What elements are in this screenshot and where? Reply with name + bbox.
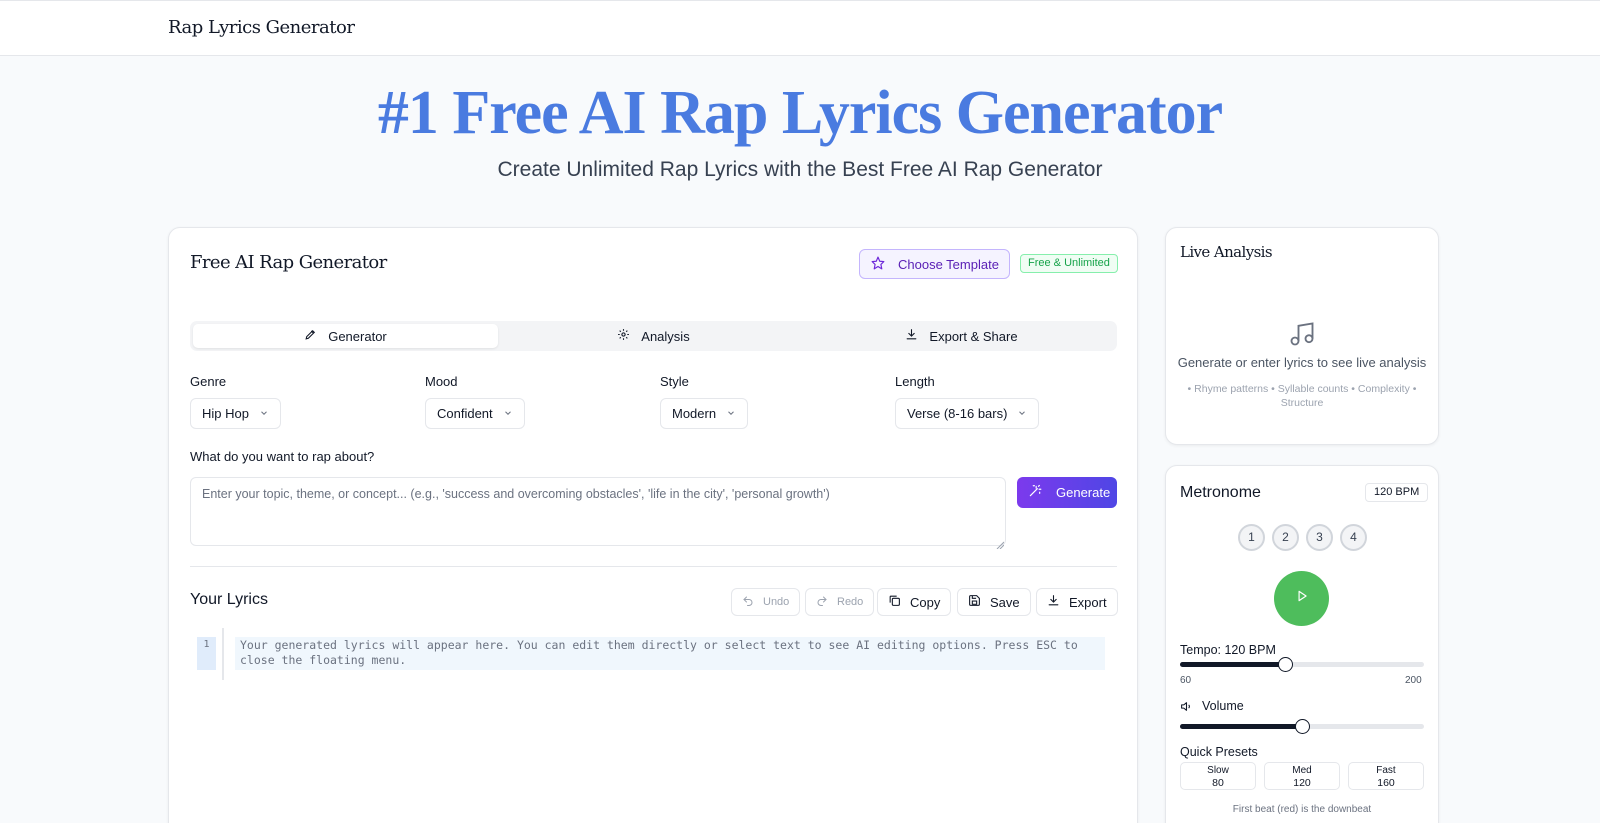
tempo-slider-thumb[interactable] [1277, 657, 1293, 672]
save-icon [968, 594, 981, 610]
bpm-badge: 120 BPM [1365, 483, 1429, 502]
page-title: #1 Free AI Rap Lyrics Generator [377, 79, 1223, 147]
preset-med-button[interactable]: Med 120 [1264, 762, 1340, 790]
genre-select[interactable]: Hip Hop [190, 398, 281, 429]
export-button[interactable]: Export [1036, 588, 1118, 616]
tab-analysis[interactable]: Analysis [501, 324, 806, 348]
page-subtitle: Create Unlimited Rap Lyrics with the Bes… [497, 158, 1103, 181]
generate-button[interactable]: Generate [1017, 477, 1117, 508]
resize-grip-icon[interactable] [996, 536, 1005, 550]
chevron-down-icon [503, 406, 513, 421]
tempo-slider[interactable] [1180, 657, 1424, 672]
undo-label: Undo [763, 596, 790, 608]
metronome-card: Metronome 120 BPM 1 2 3 4 Tempo: 120 BPM… [1165, 465, 1439, 823]
brand-logo-text[interactable]: Rap Lyrics Generator [168, 17, 355, 38]
mood-value: Confident [437, 406, 493, 421]
lyrics-editor[interactable]: Your generated lyrics will appear here. … [235, 637, 1105, 670]
star-icon [871, 256, 885, 273]
volume-label: Volume [1202, 699, 1244, 713]
analysis-empty-message: Generate or enter lyrics to see live ana… [1177, 355, 1427, 370]
redo-button[interactable]: Redo [805, 588, 875, 616]
preset-bpm: 80 [1212, 777, 1224, 789]
preset-bpm: 160 [1377, 777, 1395, 789]
magic-wand-icon [1028, 484, 1042, 501]
tempo-slider-fill [1180, 662, 1285, 667]
chevron-down-icon [1017, 406, 1027, 421]
metronome-footer-note: First beat (red) is the downbeat [1232, 804, 1372, 815]
choose-template-label: Choose Template [898, 256, 999, 272]
metronome-title: Metronome [1180, 484, 1261, 501]
beat-indicator: 4 [1340, 524, 1367, 551]
generator-card-title: Free AI Rap Generator [190, 252, 387, 273]
topic-label: What do you want to rap about? [190, 449, 375, 464]
volume-slider-thumb[interactable] [1294, 719, 1310, 734]
redo-label: Redo [837, 596, 864, 608]
copy-label: Copy [910, 594, 941, 610]
genre-value: Hip Hop [202, 406, 249, 421]
tab-analysis-label: Analysis [641, 328, 690, 344]
redo-icon [816, 595, 828, 610]
choose-template-button[interactable]: Choose Template [859, 249, 1010, 279]
length-select[interactable]: Verse (8-16 bars) [895, 398, 1040, 429]
gear-icon [617, 328, 630, 344]
live-analysis-title: Live Analysis [1180, 243, 1273, 261]
beat-indicator: 1 [1238, 524, 1265, 551]
save-label: Save [990, 594, 1020, 610]
preset-name: Med [1292, 765, 1312, 776]
chevron-down-icon [259, 406, 269, 421]
style-label: Style [660, 374, 689, 389]
preset-name: Fast [1376, 765, 1396, 776]
undo-button[interactable]: Undo [731, 588, 801, 616]
beat-indicator: 2 [1272, 524, 1299, 551]
free-unlimited-badge: Free & Unlimited [1020, 254, 1118, 273]
beat-indicator: 3 [1306, 524, 1333, 551]
line-number: 1 [197, 637, 216, 670]
length-label: Length [895, 374, 935, 389]
volume-icon [1180, 700, 1193, 718]
tempo-min-label: 60 [1180, 675, 1192, 686]
live-analysis-card: Live Analysis Generate or enter lyrics t… [1165, 227, 1439, 445]
play-button[interactable] [1274, 571, 1329, 626]
tab-export-share[interactable]: Export & Share [809, 324, 1114, 348]
analysis-hint: • Rhyme patterns • Syllable counts • Com… [1187, 383, 1417, 409]
preset-name: Slow [1207, 765, 1229, 776]
generate-label: Generate [1056, 485, 1111, 500]
copy-icon [888, 594, 901, 610]
tempo-label: Tempo: 120 BPM [1180, 643, 1276, 657]
save-button[interactable]: Save [957, 588, 1031, 616]
tab-export-share-label: Export & Share [929, 328, 1018, 344]
music-note-icon [1288, 320, 1316, 348]
quick-presets-label: Quick Presets [1180, 745, 1258, 759]
volume-slider[interactable] [1180, 719, 1424, 734]
tempo-max-label: 200 [1405, 675, 1422, 686]
style-value: Modern [672, 406, 717, 421]
volume-slider-fill [1180, 724, 1302, 729]
pen-icon [304, 328, 317, 344]
section-divider [190, 566, 1117, 567]
editor-gutter: 1 [190, 628, 224, 680]
tab-generator[interactable]: Generator [193, 324, 498, 348]
export-label: Export [1069, 594, 1107, 610]
lyrics-section-title: Your Lyrics [190, 591, 268, 608]
length-value: Verse (8-16 bars) [907, 406, 1008, 421]
preset-fast-button[interactable]: Fast 160 [1348, 762, 1424, 790]
mood-label: Mood [425, 374, 458, 389]
topic-textarea[interactable]: Enter your topic, theme, or concept... (… [190, 477, 1006, 546]
style-select[interactable]: Modern [660, 398, 749, 429]
download-icon [905, 328, 918, 344]
generator-card: Free AI Rap Generator Choose Template Fr… [168, 227, 1138, 823]
generator-tabs: Generator Analysis Export & Share [190, 321, 1117, 351]
genre-label: Genre [190, 374, 227, 389]
undo-icon [742, 595, 754, 610]
preset-bpm: 120 [1293, 777, 1311, 789]
copy-button[interactable]: Copy [877, 588, 952, 616]
tab-generator-label: Generator [328, 328, 387, 344]
play-icon [1295, 589, 1309, 608]
top-navigation-bar: Rap Lyrics Generator [0, 0, 1600, 56]
mood-select[interactable]: Confident [425, 398, 525, 429]
chevron-down-icon [726, 406, 736, 421]
preset-slow-button[interactable]: Slow 80 [1180, 762, 1256, 790]
download-icon [1047, 594, 1060, 610]
